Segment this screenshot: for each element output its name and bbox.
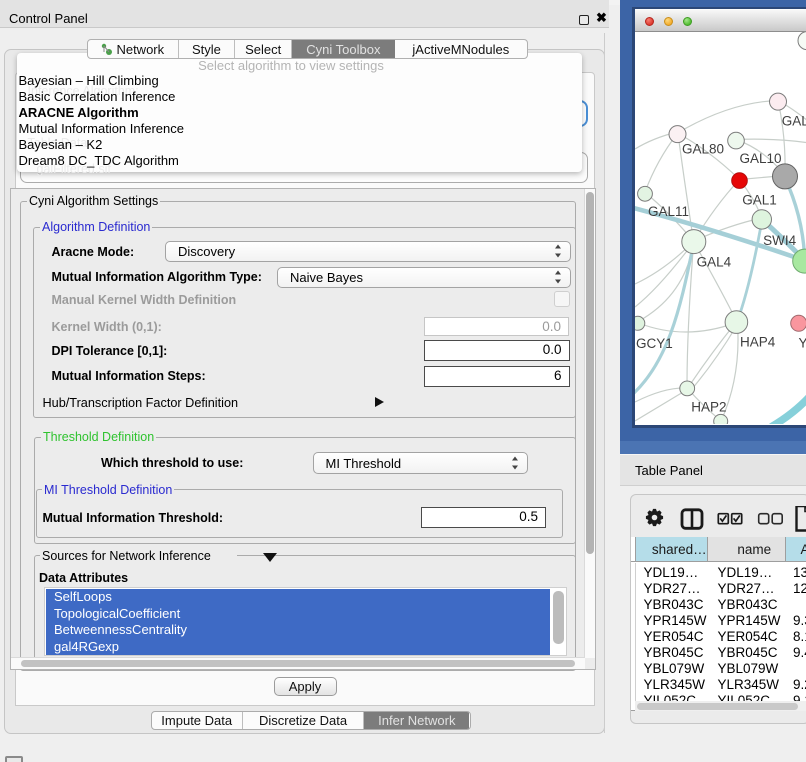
svg-text:GAL11: GAL11 [647, 203, 688, 218]
svg-text:GAL10: GAL10 [739, 151, 781, 166]
svg-text:GCY1: GCY1 [636, 335, 673, 350]
svg-text:GAL4: GAL4 [696, 254, 731, 269]
svg-text:YEL047C: YEL047C [798, 335, 806, 350]
svg-text:GAL1: GAL1 [742, 192, 777, 207]
svg-text:GAL80: GAL80 [681, 141, 723, 156]
svg-text:HAP4: HAP4 [740, 334, 776, 349]
svg-text:GAL2: GAL2 [781, 113, 806, 128]
svg-text:SWI4: SWI4 [763, 233, 796, 248]
svg-text:HAP2: HAP2 [691, 399, 726, 414]
